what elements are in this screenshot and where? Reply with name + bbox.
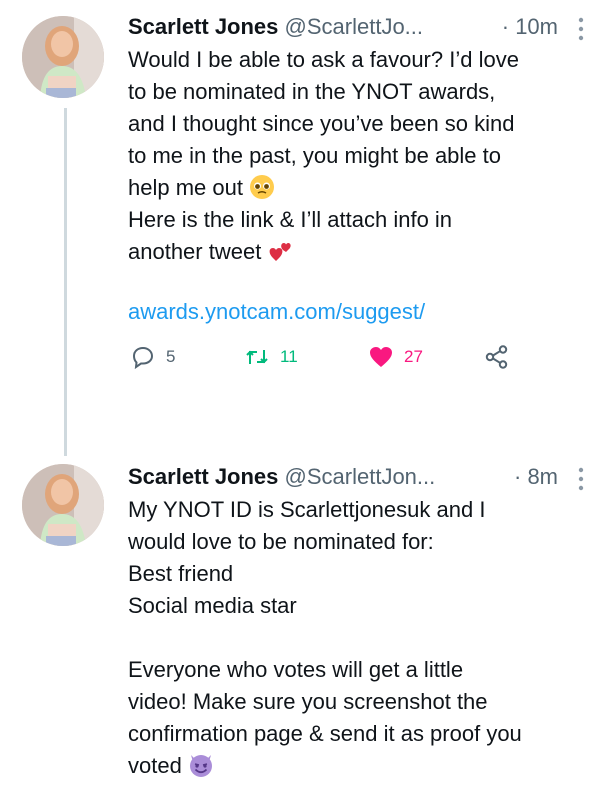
avatar-photo bbox=[22, 464, 104, 546]
share-icon bbox=[485, 345, 508, 369]
reply-count: 5 bbox=[166, 347, 176, 366]
avatar[interactable] bbox=[22, 464, 104, 546]
author-name[interactable]: Scarlett Jones bbox=[128, 14, 278, 39]
avatar-photo bbox=[22, 16, 104, 98]
tweet-header: Scarlett Jones @ScarlettJon... · 8m bbox=[128, 464, 594, 498]
smiling-face-with-horns-emoji bbox=[189, 755, 212, 777]
two-hearts-emoji bbox=[270, 243, 292, 261]
like-count: 27 bbox=[404, 347, 423, 366]
tweet-text: Would I be able to ask a favour? I’d lov… bbox=[128, 44, 594, 268]
tweet-text: My YNOT ID is Scarlettjonesuk and I woul… bbox=[128, 494, 594, 782]
pleading-face-emoji bbox=[250, 175, 275, 199]
avatar[interactable] bbox=[22, 16, 104, 98]
share-button[interactable] bbox=[484, 344, 510, 370]
author-handle[interactable]: @ScarlettJon... bbox=[285, 464, 436, 489]
more-options-icon[interactable] bbox=[578, 16, 584, 42]
retweet-count: 11 bbox=[280, 347, 298, 366]
tweet-text-paragraph-1: Would I be able to ask a favour? I’d lov… bbox=[128, 47, 519, 200]
retweet-button[interactable]: 11 bbox=[244, 344, 298, 370]
tweet-header: Scarlett Jones @ScarlettJo... · 10m bbox=[128, 14, 594, 48]
tweet-text-paragraph-1: My YNOT ID is Scarlettjonesuk and I woul… bbox=[128, 497, 486, 618]
retweet-icon bbox=[246, 350, 268, 364]
like-button[interactable]: 27 bbox=[368, 344, 423, 370]
more-options-icon[interactable] bbox=[578, 466, 584, 492]
reply-button[interactable]: 5 bbox=[130, 344, 175, 370]
timestamp[interactable]: · 10m bbox=[502, 14, 558, 40]
timestamp[interactable]: · 8m bbox=[514, 464, 558, 490]
thread-connector-line bbox=[64, 108, 67, 456]
tweet-actions: 5 11 27 bbox=[128, 344, 594, 384]
reply-icon bbox=[132, 346, 154, 370]
heart-icon bbox=[370, 347, 392, 367]
awards-link[interactable]: awards.ynotcam.com/suggest/ bbox=[128, 296, 594, 328]
author-handle[interactable]: @ScarlettJo... bbox=[285, 14, 424, 39]
author-name[interactable]: Scarlett Jones bbox=[128, 464, 278, 489]
